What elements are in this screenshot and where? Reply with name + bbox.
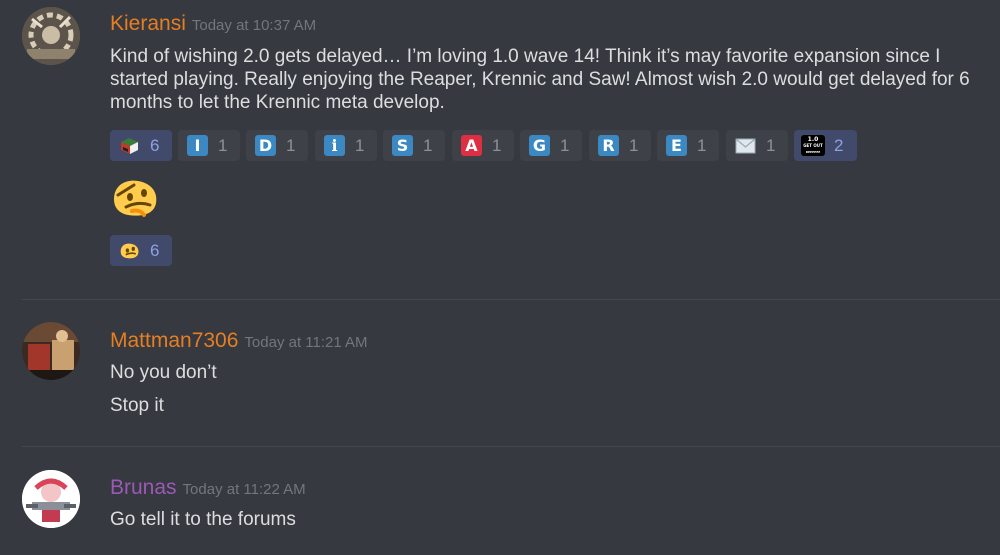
avatar[interactable] — [22, 7, 80, 65]
thinking-blob-icon — [110, 175, 160, 219]
timestamp: Today at 11:21 AM — [244, 334, 368, 351]
cube-box-icon — [119, 135, 140, 156]
regional-indicator-d-icon: D — [255, 135, 276, 156]
reaction-count: 6 — [150, 241, 160, 260]
reaction-info[interactable]: i 1 — [315, 130, 377, 161]
reaction-count: 1 — [218, 136, 228, 155]
message-header: Mattman7306 Today at 11:21 AM — [110, 329, 368, 353]
reaction-count: 2 — [834, 136, 844, 155]
reaction-letter-r[interactable]: R 1 — [589, 130, 651, 161]
regional-indicator-s-icon: S — [392, 135, 413, 156]
timestamp: Today at 11:22 AM — [182, 481, 306, 498]
thinking-blob-icon — [119, 240, 140, 261]
username[interactable]: Mattman7306 — [110, 329, 238, 352]
reaction-thinking[interactable]: 6 — [110, 235, 172, 266]
message-text: No you don’t — [110, 362, 217, 383]
reaction-count: 1 — [697, 136, 707, 155]
reaction-letter-d[interactable]: D 1 — [246, 130, 308, 161]
message-text: Go tell it to the forums — [110, 509, 296, 530]
username[interactable]: Brunas — [110, 476, 177, 499]
regional-indicator-i-icon: I — [187, 135, 208, 156]
avatar[interactable] — [22, 322, 80, 380]
envelope-icon — [735, 135, 756, 156]
reaction-count: 1 — [560, 136, 570, 155]
reaction-letter-e[interactable]: E 1 — [657, 130, 719, 161]
reaction-count: 1 — [423, 136, 433, 155]
reaction-letter-s[interactable]: S 1 — [383, 130, 445, 161]
reaction-envelope[interactable]: 1 — [726, 130, 788, 161]
message-text: Stop it — [110, 395, 164, 416]
regional-indicator-e-icon: E — [666, 135, 687, 156]
reaction-count: 1 — [286, 136, 296, 155]
username[interactable]: Kieransi — [110, 12, 186, 35]
message-mattman7306: Mattman7306 Today at 11:21 AM No you don’… — [0, 300, 1000, 445]
reaction-cube[interactable]: 6 — [110, 130, 172, 161]
message-kieransi: Kieransi Today at 10:37 AM Kind of wishin… — [0, 0, 1000, 290]
reaction-letter-i[interactable]: I 1 — [178, 130, 240, 161]
reaction-count: 1 — [629, 136, 639, 155]
message-header: Brunas Today at 11:22 AM — [110, 476, 306, 500]
a-button-icon: A — [461, 135, 482, 156]
message-text: Kind of wishing 2.0 gets delayed… I’m lo… — [110, 46, 970, 113]
reaction-get-out[interactable]: 1.0 GET OUT REEEEEE 2 — [794, 130, 857, 161]
message-brunas: Brunas Today at 11:22 AM Go tell it to th… — [0, 447, 1000, 555]
emoji-text-line: REEEEEE — [805, 150, 821, 154]
regional-indicator-g-icon: G — [529, 135, 550, 156]
reaction-count: 1 — [355, 136, 365, 155]
regional-indicator-r-icon: R — [598, 135, 619, 156]
avatar[interactable] — [22, 470, 80, 528]
get-out-reeeee-icon: 1.0 GET OUT REEEEEE — [801, 135, 825, 156]
reaction-letter-g[interactable]: G 1 — [520, 130, 582, 161]
information-source-icon: i — [324, 135, 345, 156]
reaction-count: 1 — [492, 136, 502, 155]
reaction-letter-a[interactable]: A 1 — [452, 130, 514, 161]
reaction-count: 1 — [766, 136, 776, 155]
timestamp: Today at 10:37 AM — [191, 17, 317, 34]
reaction-count: 6 — [150, 136, 160, 155]
message-header: Kieransi Today at 10:37 AM — [110, 12, 316, 36]
